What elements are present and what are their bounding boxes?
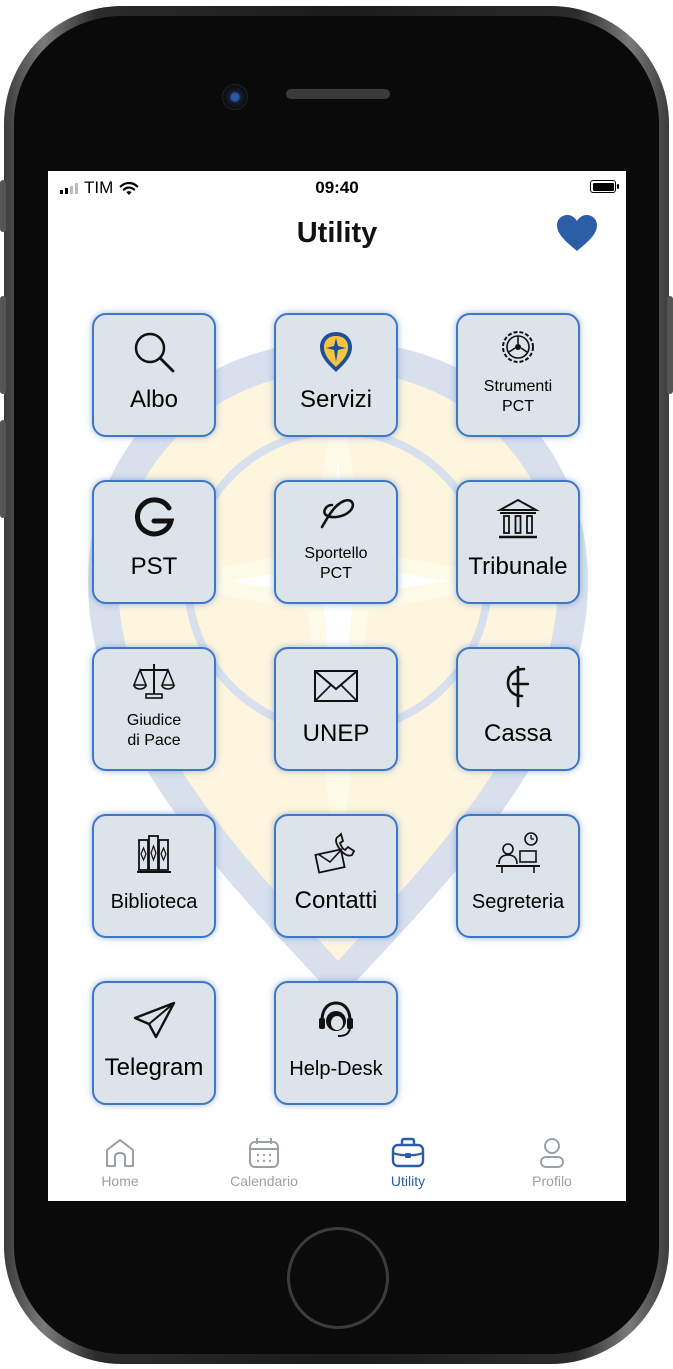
heart-icon[interactable] [555,213,599,253]
tile-label: Contatti [294,887,378,914]
loop-logo-icon [276,492,396,532]
tile-label: Help-Desk [289,1058,383,1080]
headset-icon [276,997,396,1043]
tab-label: Utility [390,1173,426,1189]
mute-switch [0,180,6,232]
tile-tribunale[interactable]: Tribunale [456,480,580,604]
tab-profilo[interactable]: Profilo [492,1133,612,1189]
power-button [667,296,673,394]
page-title: Utility [296,217,378,249]
tile-label: Telegram [104,1054,204,1081]
volume-down-button [0,420,6,518]
user-icon [492,1133,612,1173]
tab-bar: Home Calendario Utility Profilo [48,1129,626,1201]
home-button[interactable] [287,1227,389,1329]
scales-icon [94,661,214,701]
tile-label: Strumenti PCT [460,377,576,417]
tab-label: Calendario [230,1173,298,1189]
tile-label-line1: Sportello [304,545,368,562]
tile-contatti[interactable]: Contatti [274,814,398,938]
tile-cassa[interactable]: Cassa [456,647,580,771]
paper-plane-icon [94,997,214,1043]
tab-label: Home [101,1173,139,1189]
courthouse-icon [458,496,578,542]
tile-label: PST [130,553,178,580]
tile-segreteria[interactable]: Segreteria [456,814,580,938]
phone-mail-icon [276,830,396,876]
app-screen: TIM 09:40 Utility Albo Servizi Strumenti… [48,171,626,1201]
tile-label: Sportello PCT [278,544,394,584]
tile-help-desk[interactable]: Help-Desk [274,981,398,1105]
tile-label: Biblioteca [110,891,198,913]
status-time: 09:40 [315,178,359,197]
cassa-logo-icon [458,663,578,709]
status-bar: TIM 09:40 [48,171,626,203]
tab-calendario[interactable]: Calendario [204,1133,324,1189]
g-logo-icon [94,496,214,542]
envelope-icon [276,663,396,709]
tile-label-line2: PCT [502,398,534,415]
tile-giudice-di-pace[interactable]: Giudice di Pace [92,647,216,771]
tile-servizi[interactable]: Servizi [274,313,398,437]
tab-label: Profilo [532,1173,572,1189]
tile-label: UNEP [302,720,370,747]
search-icon [94,329,214,375]
home-icon [60,1133,180,1173]
tile-label-line2: di Pace [127,732,181,749]
tab-home[interactable]: Home [60,1133,180,1189]
tile-label-line2: PCT [320,565,352,582]
volume-up-button [0,296,6,394]
tile-label: Cassa [483,720,553,747]
tile-label: Giudice di Pace [96,711,212,751]
calendar-icon [204,1133,324,1173]
briefcase-icon [348,1133,468,1173]
tab-utility[interactable]: Utility [348,1133,468,1189]
earpiece-speaker [286,89,390,99]
tile-pst[interactable]: PST [92,480,216,604]
tile-label: Servizi [299,386,372,413]
tile-label: Albo [129,386,179,413]
office-desk-icon [458,830,578,876]
tile-strumenti-pct[interactable]: Strumenti PCT [456,313,580,437]
tile-biblioteca[interactable]: Biblioteca [92,814,216,938]
books-icon [94,830,214,876]
gear-icon [458,329,578,365]
compass-emblem-icon [276,329,396,375]
tile-label-line1: Strumenti [483,378,553,395]
tile-label: Segreteria [471,891,565,913]
battery-icon [590,180,619,193]
tile-unep[interactable]: UNEP [274,647,398,771]
tile-label-line1: Giudice [126,712,182,729]
tile-label: Tribunale [468,553,568,580]
tile-sportello-pct[interactable]: Sportello PCT [274,480,398,604]
tile-albo[interactable]: Albo [92,313,216,437]
front-camera [222,84,248,110]
tile-telegram[interactable]: Telegram [92,981,216,1105]
